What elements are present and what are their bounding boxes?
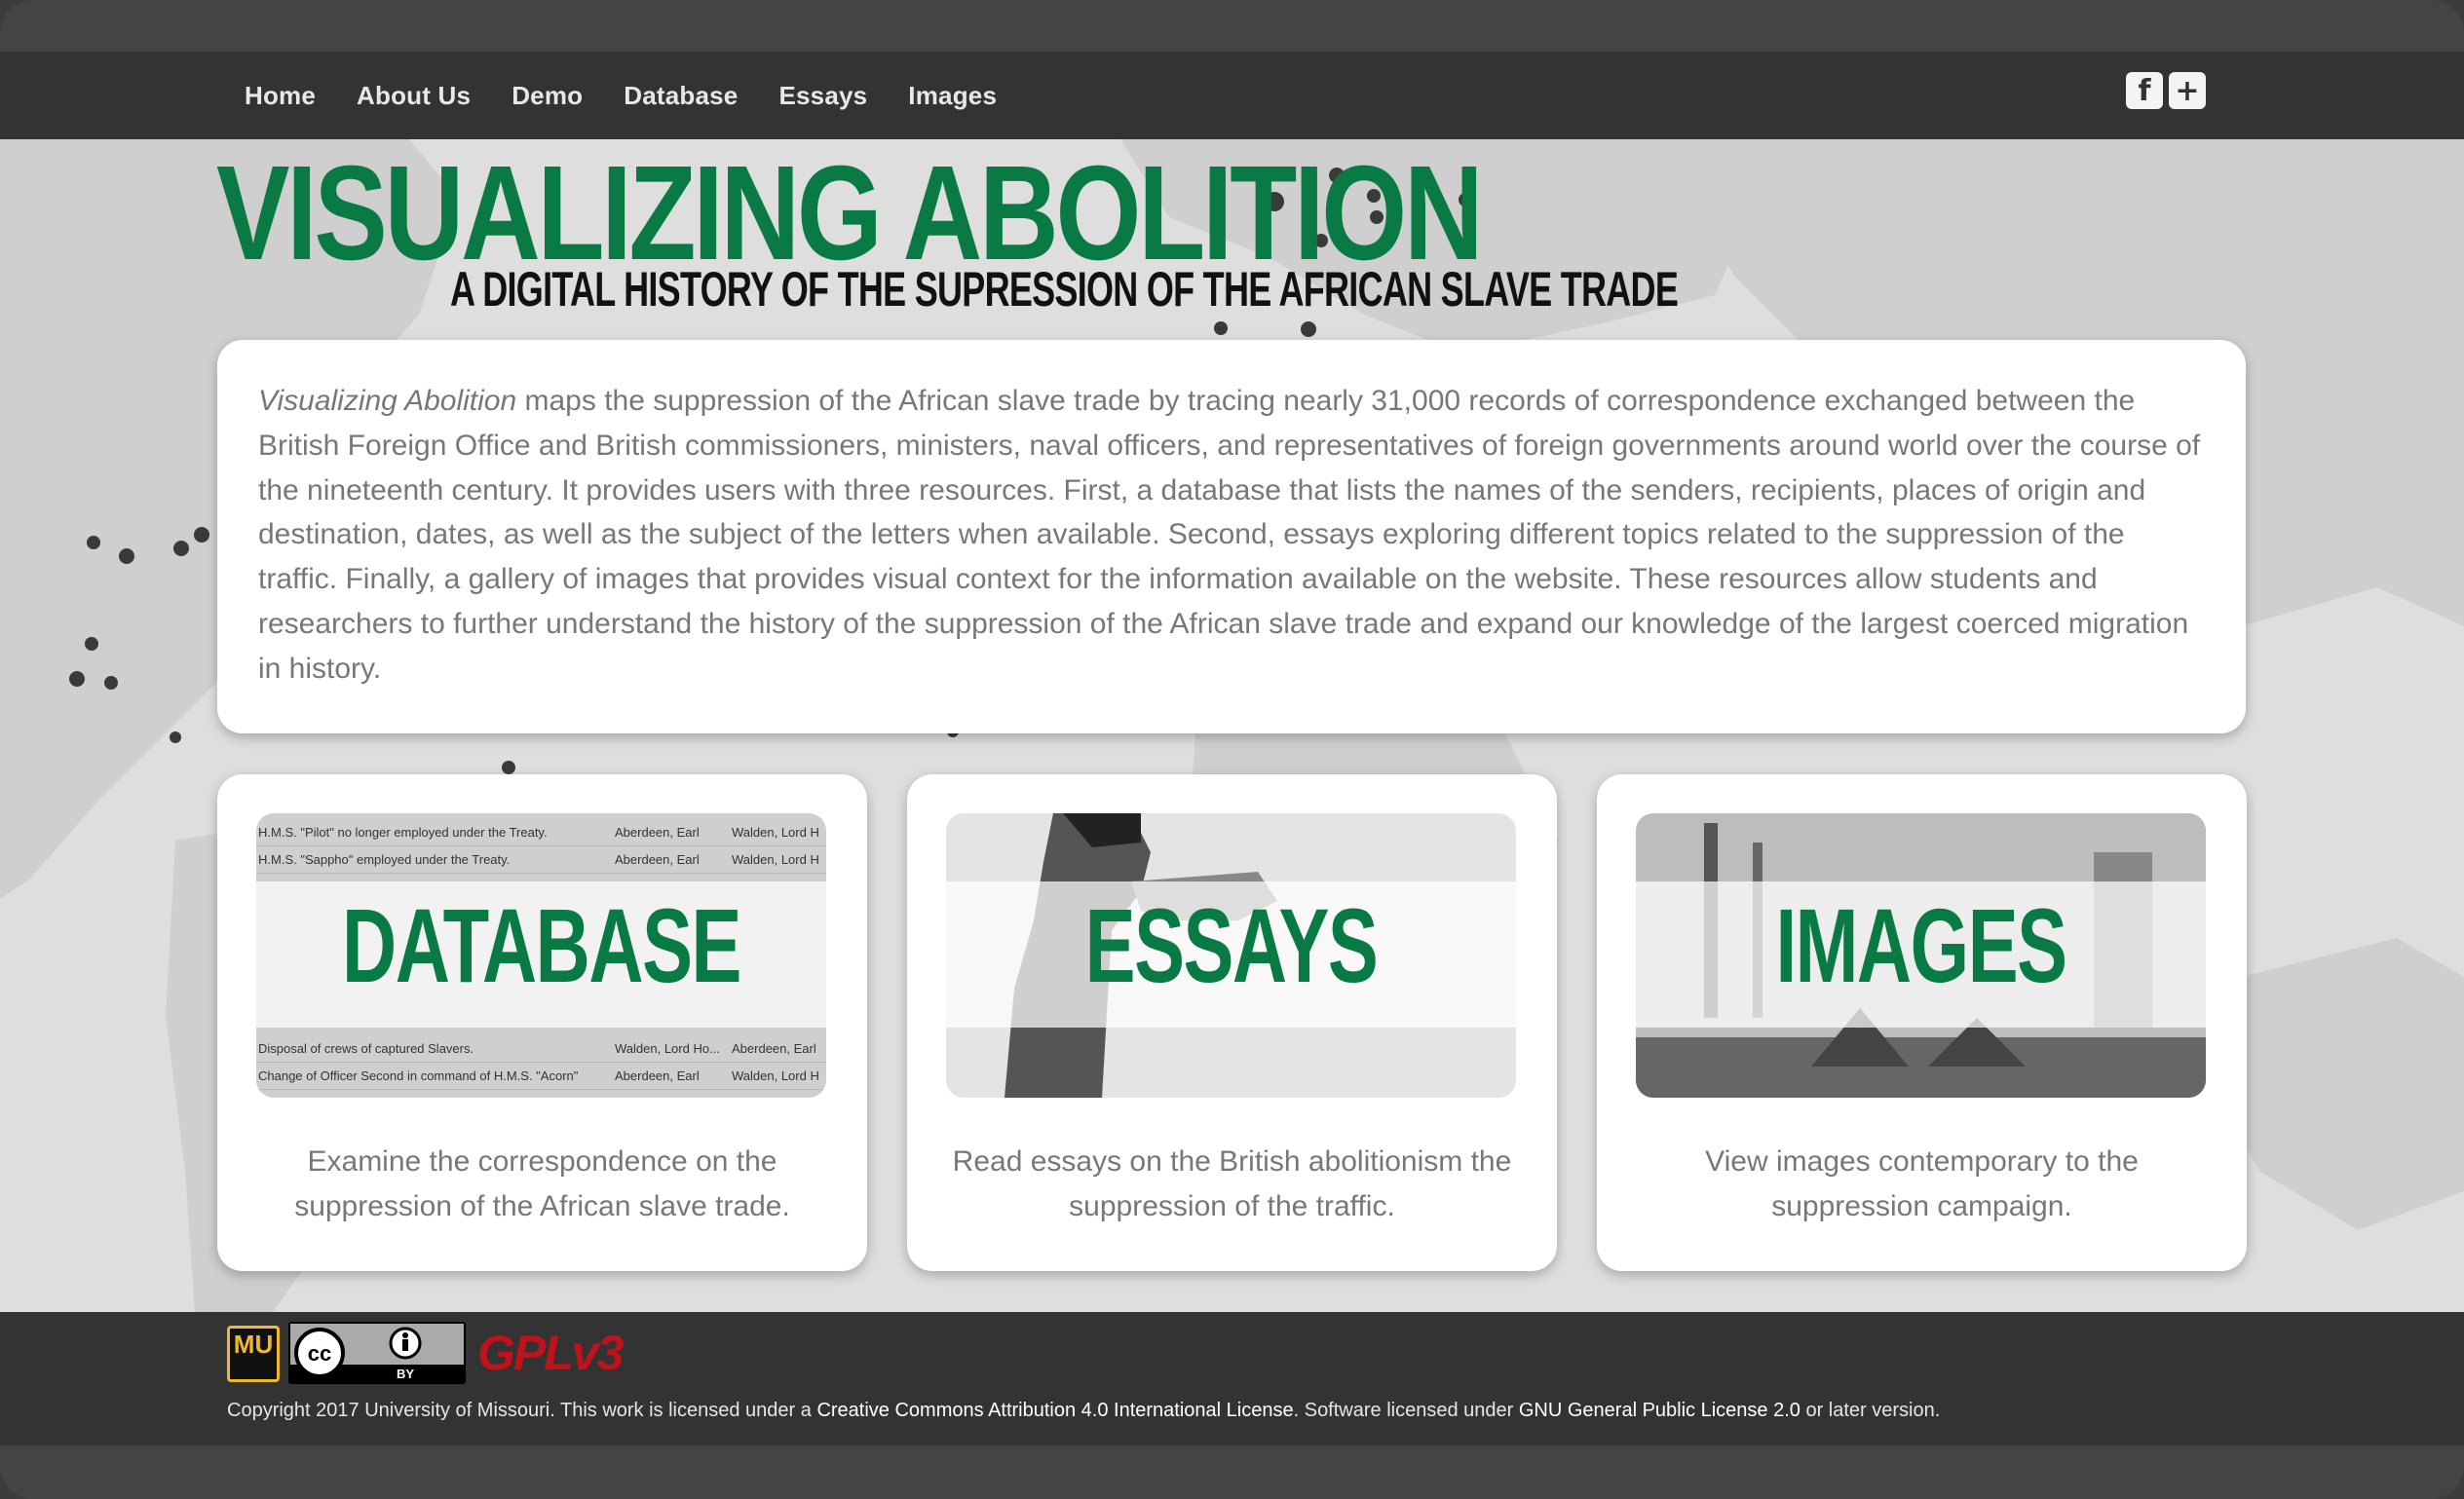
nav-about-us[interactable]: About Us [336,81,491,111]
row-to: Walden, Lord H [732,852,819,867]
site-subtitle: A DIGITAL HISTORY OF THE SUPRESSION OF T… [450,262,1679,317]
cc-by-badge-graphic: cc BY [290,1324,464,1382]
essays-thumbnail[interactable]: ESSAYS [946,813,1516,1098]
table-row: Change of Officer Second in command of H… [256,1063,826,1090]
creative-commons-logo[interactable]: cc BY [288,1322,466,1384]
images-thumbnail[interactable]: IMAGES [1636,813,2206,1098]
row-from: Walden, Lord Ho... [615,1041,720,1056]
database-card: H.M.S. "Pilot" no longer employed under … [217,774,867,1271]
database-thumbnail[interactable]: H.M.S. "Pilot" no longer employed under … [256,813,826,1098]
row-subject: H.M.S. "Pilot" no longer employed under … [258,825,548,840]
browser-frame: Home About Us Demo Database Essays Image… [0,0,2464,1499]
database-description: Examine the correspondence on the suppre… [294,1145,790,1222]
copyright-middle: . Software licensed under [1293,1400,1519,1421]
copyright-suffix: or later version. [1800,1400,1941,1421]
site-title: VISUALIZING ABOLITION [216,138,1484,288]
university-of-missouri-logo[interactable]: MU [227,1326,280,1382]
row-subject: Change of Officer Second in command of H… [258,1068,579,1083]
copyright-text: Copyright 2017 University of Missouri. T… [227,1400,1940,1422]
images-card: IMAGES View images contemporary to the s… [1597,774,2247,1271]
images-description: View images contemporary to the suppress… [1705,1145,2139,1222]
images-label: IMAGES [1775,886,2067,1004]
table-row: Disposal of crews of captured Slavers. W… [256,1035,826,1063]
intro-card: Visualizing Abolition maps the suppressi… [217,340,2246,733]
row-from: Aberdeen, Earl [615,852,700,867]
social-links: f + [2126,72,2206,109]
cc-license-link[interactable]: Creative Commons Attribution 4.0 Interna… [816,1400,1293,1421]
top-navbar: Home About Us Demo Database Essays Image… [0,52,2464,139]
database-label: DATABASE [342,886,741,1004]
row-to: Walden, Lord H [732,1068,819,1083]
essays-description: Read essays on the British abolitionism … [952,1145,1512,1222]
row-to: Aberdeen, Earl [732,1041,816,1056]
nav-essays[interactable]: Essays [758,81,888,111]
essays-card: ESSAYS Read essays on the British abolit… [907,774,1557,1271]
row-subject: H.M.S. "Sappho" employed under the Treat… [258,852,511,867]
intro-paragraph: Visualizing Abolition maps the suppressi… [258,379,2205,692]
cc-by-text: BY [397,1367,414,1381]
copyright-prefix: Copyright 2017 University of Missouri. T… [227,1400,817,1421]
google-plus-icon[interactable]: + [2169,72,2206,109]
row-subject: Disposal of crews of captured Slavers. [258,1041,474,1056]
nav-demo[interactable]: Demo [491,81,603,111]
row-from: Aberdeen, Earl [615,825,700,840]
row-to: Walden, Lord H [732,825,819,840]
nav-database[interactable]: Database [603,81,758,111]
gpl-license-link[interactable]: GNU General Public License 2.0 [1519,1400,1801,1421]
table-row: H.M.S. "Sappho" employed under the Treat… [256,846,826,874]
intro-emphasis: Visualizing Abolition [258,385,517,417]
intro-body: maps the suppression of the African slav… [258,385,2201,685]
nav-menu: Home About Us Demo Database Essays Image… [224,52,1017,139]
gpl-logo[interactable]: GPLv3 [477,1323,653,1383]
nav-images[interactable]: Images [888,81,1017,111]
facebook-icon[interactable]: f [2126,72,2163,109]
essays-label: ESSAYS [1084,886,1379,1004]
row-from: Aberdeen, Earl [615,1068,700,1083]
nav-home[interactable]: Home [224,81,336,111]
table-row: H.M.S. "Pilot" no longer employed under … [256,819,826,846]
svg-text:cc: cc [308,1341,331,1366]
